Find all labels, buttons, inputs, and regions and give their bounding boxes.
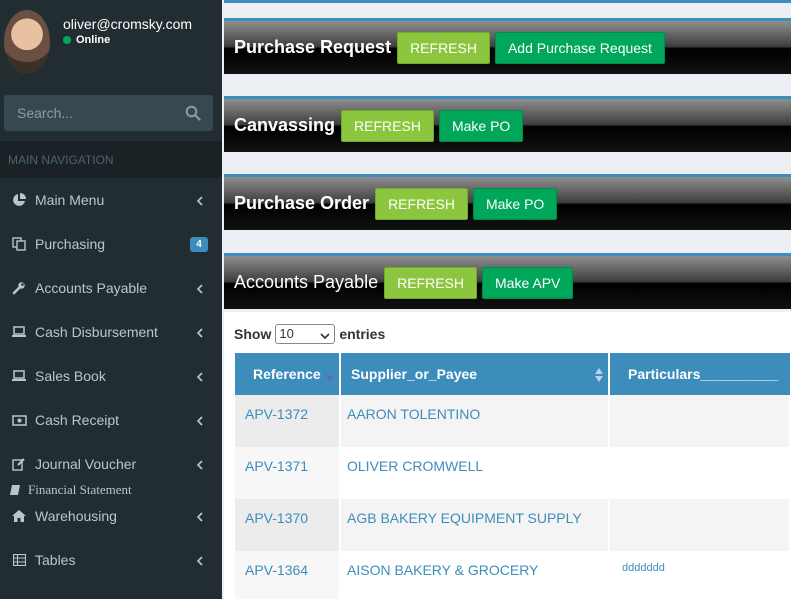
sidebar-item-accounts-payable[interactable]: Accounts Payable — [0, 266, 222, 310]
sidebar-item-label: Cash Disbursement — [35, 324, 158, 340]
entries-label: entries — [339, 326, 386, 342]
add-purchase-request-button[interactable]: Add Purchase Request — [494, 31, 665, 64]
sidebar-item-label: Cash Receipt — [35, 412, 120, 428]
user-email: oliver@cromsky.com — [63, 16, 193, 32]
laptop-icon — [11, 325, 27, 339]
refresh-button[interactable]: REFRESH — [384, 266, 477, 299]
reference-cell[interactable]: APV-1372 — [235, 395, 341, 447]
chevron-down-icon — [320, 328, 330, 346]
refresh-button[interactable]: REFRESH — [397, 31, 490, 64]
home-icon — [11, 509, 27, 523]
chevron-left-icon — [196, 325, 204, 341]
table-header-row: Reference Supplier_or_Payee Particulars_… — [235, 353, 790, 395]
sidebar-item-label: Tables — [35, 552, 76, 568]
column-header-supplier[interactable]: Supplier_or_Payee — [340, 353, 610, 395]
apv-table-area: Show 10 entries Reference Supplier_or_Pa… — [224, 312, 791, 599]
chevron-left-icon — [196, 553, 204, 569]
apv-table: Reference Supplier_or_Payee Particulars_… — [235, 353, 791, 599]
refresh-button[interactable]: REFRESH — [341, 109, 434, 142]
page-size-value: 10 — [279, 326, 294, 341]
avatar — [4, 10, 50, 74]
reference-cell[interactable]: APV-1371 — [235, 447, 341, 499]
online-dot-icon — [63, 36, 71, 44]
top-accent-bar — [224, 0, 791, 3]
particulars-cell — [609, 395, 791, 447]
nav-list: Main Menu Purchasing 4 Accounts Payable … — [0, 178, 222, 582]
purchase-request-panel: Purchase Request REFRESH Add Purchase Re… — [224, 18, 791, 74]
chevron-left-icon — [196, 457, 204, 473]
sidebar-item-warehousing[interactable]: Warehousing — [0, 494, 222, 538]
user-status: Online — [63, 34, 110, 46]
user-status-label: Online — [76, 34, 111, 46]
wrench-icon — [11, 281, 27, 295]
sidebar-item-label: Sales Book — [35, 368, 106, 384]
sidebar-item-tables[interactable]: Tables — [0, 538, 222, 582]
page-size-select[interactable]: 10 — [275, 324, 336, 346]
chevron-left-icon — [196, 413, 204, 429]
table-row[interactable]: APV-1364 AISON BAKERY & GROCERY ddddddd — [235, 551, 791, 599]
search-input[interactable] — [4, 95, 174, 131]
sidebar-item-sales-book[interactable]: Sales Book — [0, 354, 222, 398]
panel-title: Purchase Request — [234, 37, 392, 57]
canvassing-panel: Canvassing REFRESH Make PO — [224, 96, 791, 152]
sidebar-item-label: Purchasing — [35, 236, 106, 252]
page-length-control: Show 10 entries — [234, 324, 385, 344]
make-po-button[interactable]: Make PO — [472, 187, 558, 220]
count-badge: 4 — [190, 237, 208, 252]
purchase-order-panel: Purchase Order REFRESH Make PO — [224, 174, 791, 230]
edit-icon — [11, 457, 27, 471]
user-panel: oliver@cromsky.com Online — [0, 0, 222, 88]
column-header-label: Particulars__________ — [628, 366, 779, 382]
panel-title: Canvassing — [234, 115, 336, 135]
sidebar-item-cash-receipt[interactable]: Cash Receipt — [0, 398, 222, 442]
chevron-left-icon — [196, 369, 204, 385]
sidebar-item-label: Main Menu — [35, 192, 105, 208]
sidebar-item-main-menu[interactable]: Main Menu — [0, 178, 222, 222]
supplier-cell[interactable]: AGB BAKERY EQUIPMENT SUPPLY — [340, 499, 610, 551]
particulars-cell — [609, 499, 791, 551]
table-row[interactable]: APV-1372 AARON TOLENTINO — [235, 395, 791, 447]
accounts-payable-panel: Accounts Payable REFRESH Make APV — [224, 253, 791, 309]
main-content: Purchase Request REFRESH Add Purchase Re… — [222, 0, 791, 599]
make-apv-button[interactable]: Make APV — [482, 266, 574, 299]
make-po-button[interactable]: Make PO — [438, 109, 524, 142]
sidebar: oliver@cromsky.com Online MAIN NAVIGATIO… — [0, 0, 222, 599]
column-header-label: Supplier_or_Payee — [351, 366, 478, 382]
reference-cell[interactable]: APV-1364 — [235, 551, 341, 599]
particulars-cell — [609, 447, 791, 499]
sort-icon — [595, 368, 603, 385]
sort-desc-icon — [326, 368, 334, 384]
copy-icon — [11, 237, 27, 251]
supplier-cell[interactable]: AARON TOLENTINO — [340, 395, 610, 447]
sidebar-item-label: Warehousing — [35, 508, 117, 524]
refresh-button[interactable]: REFRESH — [375, 187, 468, 220]
supplier-cell[interactable]: AISON BAKERY & GROCERY — [340, 551, 610, 599]
nav-header: MAIN NAVIGATION — [0, 141, 222, 178]
search-icon[interactable] — [185, 105, 201, 121]
sidebar-item-label: Accounts Payable — [35, 280, 148, 296]
money-icon — [11, 413, 27, 427]
supplier-cell[interactable]: OLIVER CROMWELL — [340, 447, 610, 499]
particulars-cell: ddddddd — [609, 551, 791, 599]
reference-cell[interactable]: APV-1370 — [235, 499, 341, 551]
sidebar-search — [4, 95, 213, 131]
column-header-reference[interactable]: Reference — [235, 353, 341, 395]
table-row[interactable]: APV-1371 OLIVER CROMWELL — [235, 447, 791, 499]
pie-chart-icon — [11, 193, 27, 207]
chevron-left-icon — [196, 509, 204, 525]
chevron-left-icon — [196, 281, 204, 297]
show-label: Show — [234, 326, 272, 342]
laptop-icon — [11, 369, 27, 383]
panel-title: Purchase Order — [234, 193, 370, 213]
column-header-particulars[interactable]: Particulars__________ — [609, 353, 790, 395]
column-header-label: Reference — [253, 366, 321, 382]
table-row[interactable]: APV-1370 AGB BAKERY EQUIPMENT SUPPLY — [235, 499, 791, 551]
table-icon — [11, 553, 27, 567]
sidebar-item-cash-disbursement[interactable]: Cash Disbursement — [0, 310, 222, 354]
sidebar-item-purchasing[interactable]: Purchasing 4 — [0, 222, 222, 266]
chevron-left-icon — [196, 193, 204, 209]
sidebar-item-label: Journal Voucher — [35, 456, 137, 472]
panel-title: Accounts Payable — [234, 272, 379, 292]
